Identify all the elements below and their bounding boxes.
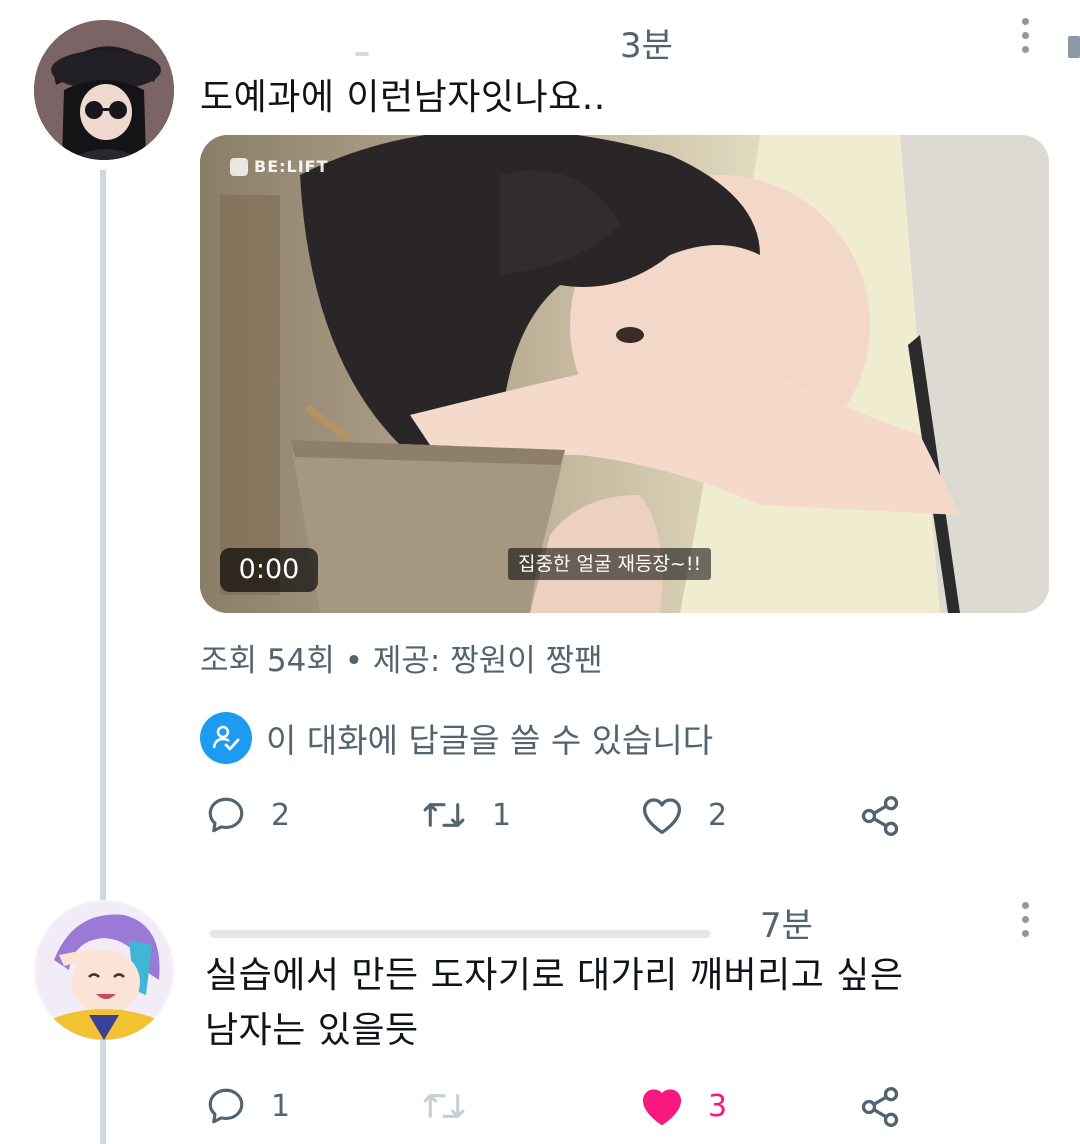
reply-timestamp[interactable]: 7분 (760, 898, 813, 947)
more-icon[interactable] (1022, 18, 1032, 60)
reply-text-line2: 남자는 있을듯 (205, 1010, 419, 1051)
reply-reply-button[interactable]: 1 (205, 1085, 290, 1127)
retweet-count: 1 (492, 797, 512, 833)
like-button[interactable]: 2 (640, 794, 727, 836)
video-subtitle-caption: 집중한 얼굴 재등장~!! (508, 548, 712, 580)
like-icon (642, 798, 682, 835)
author-name-fragment (355, 52, 369, 56)
reply-share-button[interactable] (858, 1085, 902, 1129)
reply-like-button[interactable]: 3 (640, 1085, 727, 1127)
retweet-icon (423, 1094, 465, 1118)
tweet-author-avatar[interactable] (34, 20, 174, 160)
reply-retweet-button[interactable] (420, 1085, 468, 1127)
reply-more-icon[interactable] (1022, 902, 1032, 944)
brand-label: BE:LIFT (254, 157, 329, 176)
reply-reply-count: 1 (271, 1088, 291, 1124)
reply-author-avatar[interactable] (34, 900, 174, 1040)
reply-permission-notice: 이 대화에 답글을 쓸 수 있습니다 (200, 712, 713, 764)
reply-button[interactable]: 2 (205, 794, 290, 836)
reply-like-count: 3 (708, 1088, 728, 1124)
retweet-button[interactable]: 1 (420, 794, 511, 836)
share-button[interactable] (858, 794, 902, 838)
reply-permission-icon (200, 712, 252, 764)
tweet-text: 도예과에 이런남자잇나요.. (200, 77, 606, 118)
reply-author-name-redacted (210, 930, 710, 938)
video-duration-badge: 0:00 (220, 548, 318, 592)
reply-count: 2 (271, 797, 291, 833)
video-brand-watermark: BE:LIFT (230, 157, 329, 176)
share-icon (861, 796, 899, 836)
reply-icon (208, 1088, 244, 1124)
tweet-video[interactable]: BE:LIFT 0:00 집중한 얼굴 재등장~!! (200, 135, 1049, 613)
reply-text-line1: 실습에서 만든 도자기로 대가리 깨버리고 싶은 (205, 955, 904, 996)
scrollbar-thumb[interactable] (1068, 36, 1080, 58)
share-icon (861, 1087, 899, 1127)
like-icon-filled (642, 1089, 682, 1126)
tweet-timestamp[interactable]: 3분 (620, 18, 673, 67)
brand-logo-icon (230, 157, 248, 176)
like-count: 2 (708, 797, 728, 833)
reply-permission-text: 이 대화에 답글을 쓸 수 있습니다 (266, 721, 714, 760)
retweet-icon (423, 803, 465, 827)
video-thumbnail (200, 135, 1049, 613)
reply-icon (208, 797, 244, 833)
tweet-view-meta: 조회 54회 • 제공: 짱원이 짱팬 (200, 643, 603, 679)
